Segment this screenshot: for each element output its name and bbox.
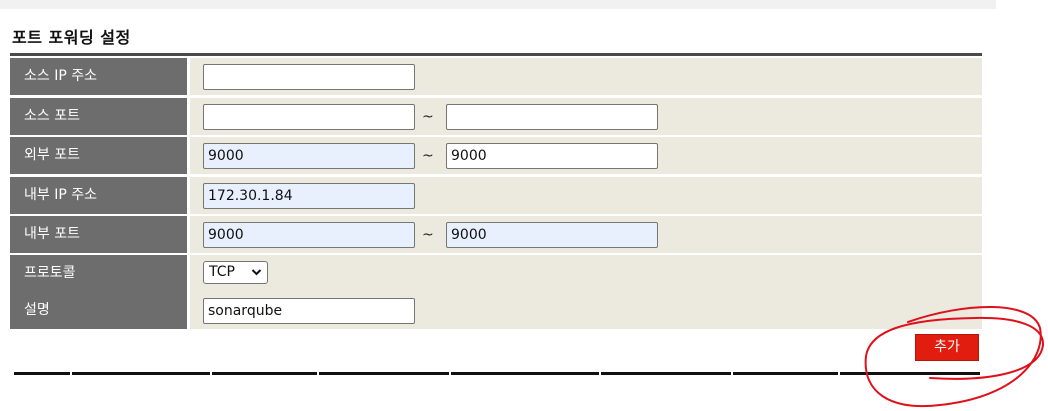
external-port-to-input[interactable] [446,143,658,169]
page-title: 포트 포워딩 설정 [12,28,131,47]
protocol-label: 프로토콜 [10,255,187,292]
internal-port-cell: ~ [190,216,982,253]
protocol-selected-value: TCP [209,264,235,280]
range-separator: ~ [422,227,434,243]
description-cell [190,292,982,329]
source-port-to-input[interactable] [446,104,658,130]
source-port-cell: ~ [190,98,982,135]
row-source-port: 소스 포트 ~ [10,98,982,137]
column-divider [838,372,840,375]
source-ip-input[interactable] [203,64,415,90]
column-divider [449,372,451,375]
internal-port-to-input[interactable] [446,222,658,248]
protocol-cell: TCP [190,255,982,292]
source-ip-cell [190,58,982,95]
chevron-down-icon [251,262,262,290]
external-port-label: 외부 포트 [10,137,187,174]
internal-ip-label: 내부 IP 주소 [10,177,187,214]
description-input[interactable] [203,298,415,324]
row-protocol: 프로토콜 TCP [10,255,982,294]
row-description: 설명 [10,292,982,331]
internal-port-label: 내부 포트 [10,216,187,253]
list-header-rule [14,372,980,375]
column-divider [317,372,319,375]
protocol-select[interactable]: TCP [203,261,268,284]
source-port-from-input[interactable] [203,104,415,130]
column-divider [70,372,72,375]
row-internal-ip: 내부 IP 주소 [10,177,982,216]
description-label: 설명 [10,292,187,329]
column-divider [210,372,212,375]
header-rule [10,53,982,56]
source-ip-label: 소스 IP 주소 [10,58,187,95]
internal-port-from-input[interactable] [203,222,415,248]
row-source-ip: 소스 IP 주소 [10,58,982,97]
top-bar [0,0,996,9]
external-port-cell: ~ [190,137,982,174]
internal-ip-cell [190,177,982,214]
column-divider [599,372,601,375]
external-port-from-input[interactable] [203,143,415,169]
column-divider [731,372,733,375]
row-internal-port: 내부 포트 ~ [10,216,982,255]
add-button[interactable]: 추가 [915,334,979,361]
row-external-port: 외부 포트 ~ [10,137,982,176]
range-separator: ~ [422,148,434,164]
internal-ip-input[interactable] [203,183,415,209]
range-separator: ~ [422,109,434,125]
source-port-label: 소스 포트 [10,98,187,135]
